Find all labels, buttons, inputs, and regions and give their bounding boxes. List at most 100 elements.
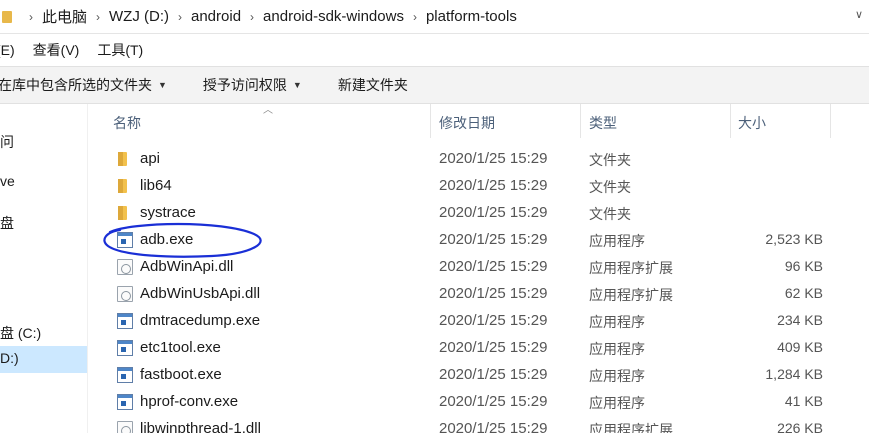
menu-bar: (E) 查看(V) 工具(T) [0,36,869,64]
file-size: 62 KB [784,285,823,301]
file-list: ︿ 名称 修改日期 类型 大小 api 2020/1/25 15:29 文件夹 … [103,104,869,433]
menu-tools[interactable]: 工具(T) [97,40,143,60]
file-type: 文件夹 [589,206,631,222]
file-date: 2020/1/25 15:29 [439,420,548,433]
column-header-date[interactable]: 修改日期 [439,113,495,133]
file-row[interactable]: fastboot.exe 2020/1/25 15:29 应用程序 1,284 … [103,361,831,388]
breadcrumb-android[interactable]: android [191,8,241,25]
file-size: 409 KB [777,339,823,355]
chevron-right-icon[interactable]: › [413,10,417,24]
chevron-right-icon[interactable]: › [250,10,254,24]
file-type: 应用程序扩展 [589,287,673,303]
column-divider[interactable] [580,104,581,138]
file-date: 2020/1/25 15:29 [439,285,548,302]
nav-item-drive-c[interactable]: 盘 (C:) [0,323,41,343]
breadcrumb-this-pc[interactable]: 此电脑 [42,6,87,27]
file-type: 文件夹 [589,152,631,168]
file-name: hprof-conv.exe [140,393,239,410]
include-in-library-button[interactable]: 在库中包含所选的文件夹 ▼ [0,75,167,95]
file-date: 2020/1/25 15:29 [439,204,548,221]
grant-access-button[interactable]: 授予访问权限 ▼ [203,75,302,95]
file-type: 文件夹 [589,179,631,195]
menu-view[interactable]: 查看(V) [33,40,80,60]
column-header-row: ︿ 名称 修改日期 类型 大小 [103,104,831,138]
column-header-size[interactable]: 大小 [738,113,766,133]
new-folder-button[interactable]: 新建文件夹 [338,75,408,95]
file-date: 2020/1/25 15:29 [439,393,548,410]
dll-icon [117,421,133,433]
file-date: 2020/1/25 15:29 [439,366,548,383]
file-size: 96 KB [784,258,823,274]
file-type: 应用程序 [589,395,645,411]
exe-icon [117,313,133,329]
file-size: 41 KB [784,393,823,409]
chevron-down-icon[interactable]: ∨ [855,8,869,26]
nav-item-quick-access[interactable]: 问 [0,132,14,152]
caret-down-icon: ▼ [158,80,167,90]
file-date: 2020/1/25 15:29 [439,231,548,248]
file-row[interactable]: lib64 2020/1/25 15:29 文件夹 [103,172,831,199]
column-divider[interactable] [830,104,831,138]
file-type: 应用程序扩展 [589,260,673,276]
new-folder-label: 新建文件夹 [337,77,408,93]
file-name: fastboot.exe [140,366,222,383]
nav-item-onedrive[interactable]: ve [0,173,15,189]
file-type: 应用程序扩展 [589,422,673,433]
file-row[interactable]: etc1tool.exe 2020/1/25 15:29 应用程序 409 KB [103,334,831,361]
file-row[interactable]: libwinpthread-1.dll 2020/1/25 15:29 应用程序… [103,415,831,433]
folder-icon [117,205,133,221]
exe-icon [117,367,133,383]
command-bar: 在库中包含所选的文件夹 ▼ 授予访问权限 ▼ 新建文件夹 [0,66,869,104]
file-date: 2020/1/25 15:29 [439,177,548,194]
breadcrumb-platform-tools[interactable]: platform-tools [426,8,517,25]
menu-edit[interactable]: (E) [0,42,15,58]
breadcrumb-drive-d[interactable]: WZJ (D:) [109,8,169,25]
nav-item-drive-d[interactable]: D:) [0,346,87,373]
address-bar[interactable]: › 此电脑 › WZJ (D:) › android › android-sdk… [0,0,869,34]
file-row[interactable]: api 2020/1/25 15:29 文件夹 [103,145,831,172]
column-divider[interactable] [730,104,731,138]
annotation-circle [103,222,262,258]
file-type: 应用程序 [589,314,645,330]
file-name: AdbWinApi.dll [140,258,234,275]
file-type: 应用程序 [589,233,645,249]
file-type: 应用程序 [589,341,645,357]
file-name: etc1tool.exe [140,339,221,356]
file-row[interactable]: hprof-conv.exe 2020/1/25 15:29 应用程序 41 K… [103,388,831,415]
column-header-type[interactable]: 类型 [589,113,617,133]
nav-item-disk[interactable]: 盘 [0,213,14,233]
caret-down-icon: ▼ [292,80,302,90]
column-header-name[interactable]: 名称 [113,113,141,133]
file-date: 2020/1/25 15:29 [439,258,548,275]
file-row[interactable]: dmtracedump.exe 2020/1/25 15:29 应用程序 234… [103,307,831,334]
file-name: systrace [140,204,196,221]
chevron-right-icon[interactable]: › [96,10,100,24]
exe-icon [117,340,133,356]
breadcrumb-android-sdk-windows[interactable]: android-sdk-windows [263,8,404,25]
file-size: 226 KB [777,420,823,433]
file-size: 234 KB [777,312,823,328]
exe-icon [117,394,133,410]
file-date: 2020/1/25 15:29 [439,150,548,167]
navigation-pane: 问 ve 盘 盘 (C:) D:) [0,104,88,433]
file-name: AdbWinUsbApi.dll [140,285,261,302]
file-name: lib64 [140,177,172,194]
folder-icon [117,151,133,167]
file-type: 应用程序 [589,368,645,384]
folder-icon [2,9,14,24]
file-row[interactable]: AdbWinUsbApi.dll 2020/1/25 15:29 应用程序扩展 … [103,280,831,307]
sort-ascending-icon: ︿ [263,105,273,116]
chevron-right-icon[interactable]: › [29,10,33,24]
include-in-library-label: 在库中包含所选的文件夹 [0,77,152,93]
file-name: libwinpthread-1.dll [140,420,261,433]
file-date: 2020/1/25 15:29 [439,312,548,329]
grant-access-label: 授予访问权限 [202,77,287,93]
file-size: 1,284 KB [765,366,823,382]
chevron-right-icon[interactable]: › [178,10,182,24]
column-divider[interactable] [430,104,431,138]
dll-icon [117,286,133,302]
file-size: 2,523 KB [765,231,823,247]
file-date: 2020/1/25 15:29 [439,339,548,356]
file-name: dmtracedump.exe [140,312,261,329]
folder-icon [117,178,133,194]
